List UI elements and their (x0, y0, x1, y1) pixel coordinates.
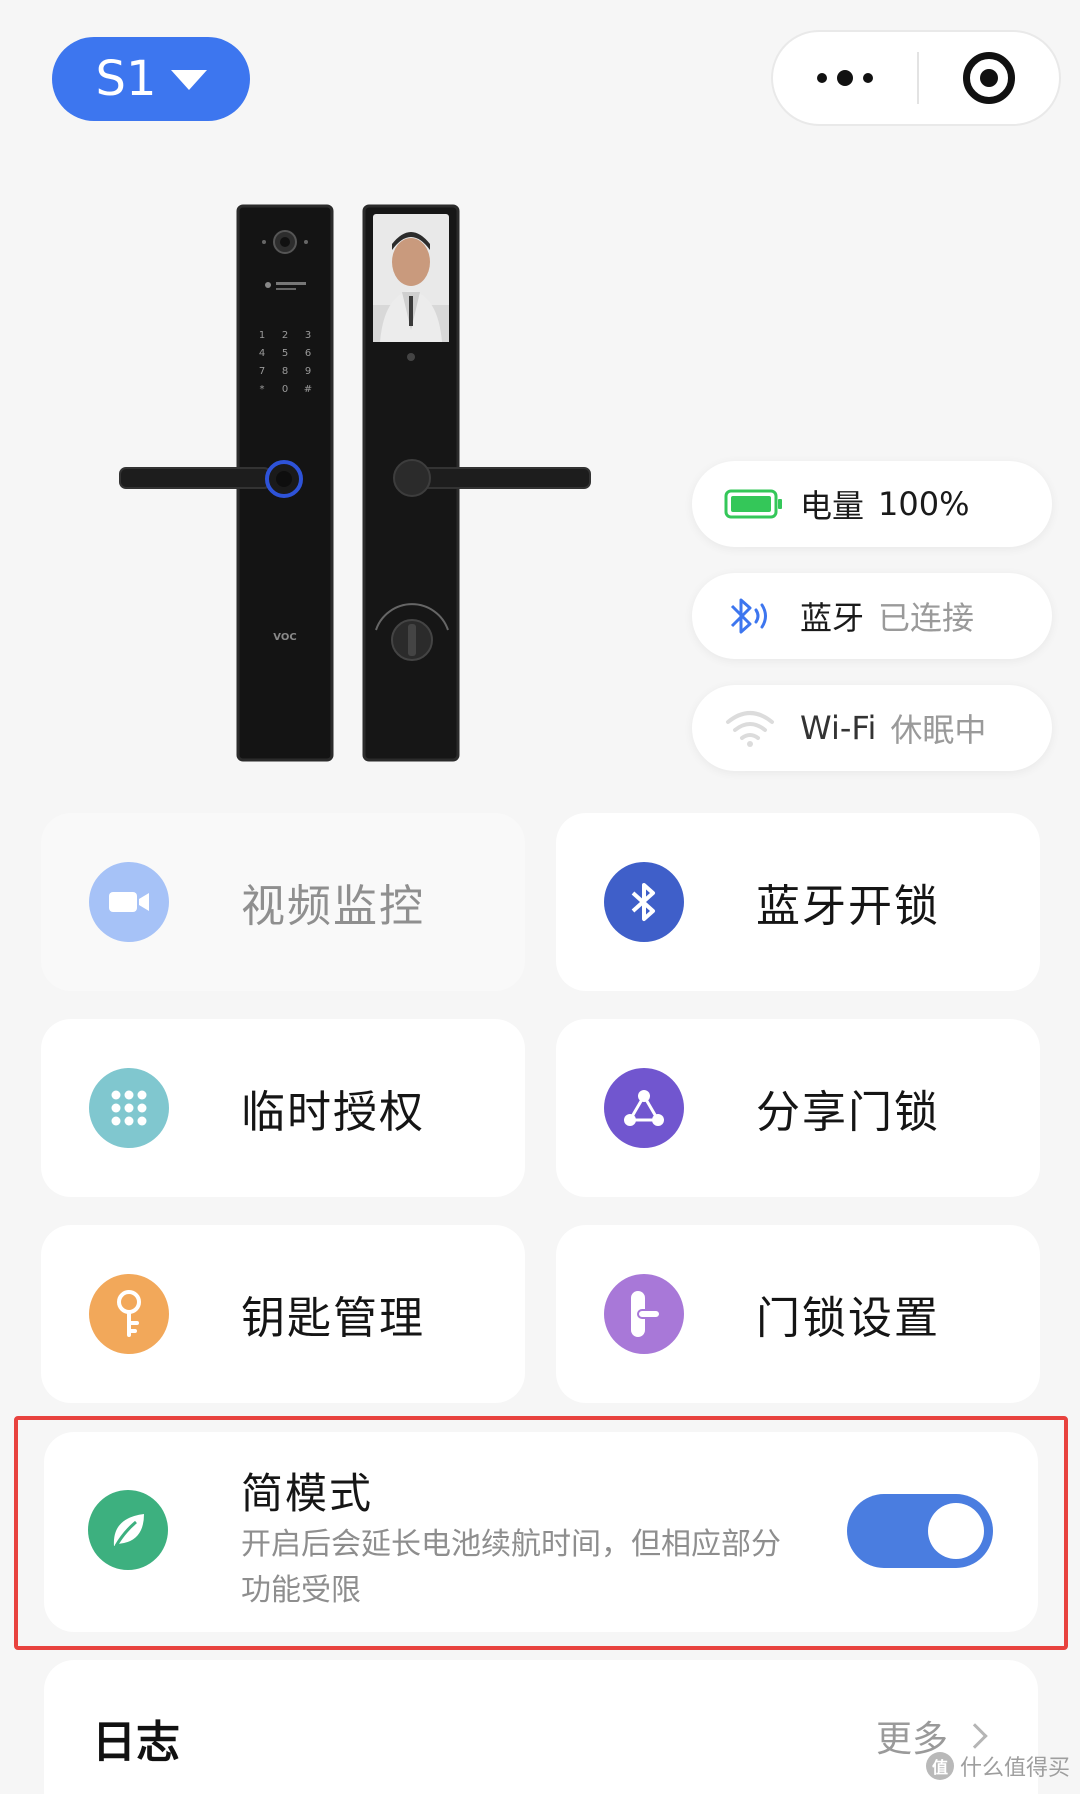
more-dot-icon (837, 70, 853, 86)
bluetooth-icon (604, 862, 684, 942)
video-monitor-label: 视频监控 (241, 881, 425, 932)
svg-text:3: 3 (305, 330, 311, 341)
share-lock-card[interactable]: 分享门锁 (556, 1019, 1040, 1197)
miniprogram-capsule (771, 30, 1061, 126)
chevron-right-icon (962, 1723, 988, 1749)
target-icon (963, 52, 1015, 104)
watermark-text: 什么值得买 (959, 1756, 1070, 1781)
svg-text:4: 4 (259, 348, 265, 359)
log-title: 日志 (92, 1717, 180, 1768)
key-management-card[interactable]: 钥匙管理 (41, 1225, 525, 1403)
more-dot-icon (817, 73, 827, 83)
highlight-annotation-box (14, 1416, 1068, 1650)
svg-text:8: 8 (282, 366, 288, 377)
svg-text:2: 2 (282, 330, 288, 341)
watermark: 值 什么值得买 (925, 1750, 1070, 1782)
key-icon (89, 1274, 169, 1354)
lock-settings-icon (604, 1274, 684, 1354)
wifi-icon (724, 708, 784, 748)
battery-status: 电量 100% (692, 461, 1052, 547)
bluetooth-unlock-card[interactable]: 蓝牙开锁 (556, 813, 1040, 991)
svg-text:0: 0 (282, 384, 288, 395)
wifi-label: Wi-Fi (800, 709, 877, 747)
smart-lock-image: 1 2 3 4 5 6 7 8 9 * 0 # VOC (119, 204, 591, 762)
wifi-status: Wi-Fi 休眠中 (692, 685, 1052, 771)
bluetooth-status: 蓝牙 已连接 (692, 573, 1052, 659)
watermark-badge: 值 (925, 1752, 954, 1780)
share-icon (604, 1068, 684, 1148)
video-monitor-card[interactable]: 视频监控 (41, 813, 525, 991)
bluetooth-label: 蓝牙 (800, 599, 865, 637)
more-options-button[interactable] (773, 32, 917, 124)
temp-auth-label: 临时授权 (241, 1087, 425, 1138)
keypad-icon (89, 1068, 169, 1148)
svg-text:5: 5 (282, 348, 288, 359)
battery-label: 电量 (800, 487, 865, 525)
svg-text:1: 1 (259, 330, 265, 341)
temp-auth-card[interactable]: 临时授权 (41, 1019, 525, 1197)
lock-settings-label: 门锁设置 (756, 1293, 940, 1344)
battery-icon (724, 484, 784, 524)
svg-text:#: # (304, 384, 312, 395)
svg-text:7: 7 (259, 366, 265, 377)
bluetooth-signal-icon (724, 596, 784, 636)
bluetooth-value: 已连接 (878, 599, 975, 637)
svg-text:9: 9 (305, 366, 311, 377)
bluetooth-unlock-label: 蓝牙开锁 (756, 881, 940, 932)
key-management-label: 钥匙管理 (241, 1293, 425, 1344)
wifi-value: 休眠中 (890, 711, 987, 749)
svg-text:6: 6 (305, 348, 311, 359)
svg-text:VOC: VOC (273, 632, 296, 643)
video-camera-icon (89, 862, 169, 942)
device-selector-button[interactable]: S1 (52, 37, 250, 121)
share-lock-label: 分享门锁 (756, 1087, 940, 1138)
device-name: S1 (95, 51, 157, 107)
svg-text:*: * (260, 384, 265, 395)
close-miniprogram-button[interactable] (919, 32, 1059, 124)
more-dot-icon (863, 73, 873, 83)
caret-down-icon (170, 70, 207, 90)
log-section: 日志 更多 (44, 1660, 1038, 1794)
battery-value: 100% (878, 485, 970, 523)
lock-settings-card[interactable]: 门锁设置 (556, 1225, 1040, 1403)
